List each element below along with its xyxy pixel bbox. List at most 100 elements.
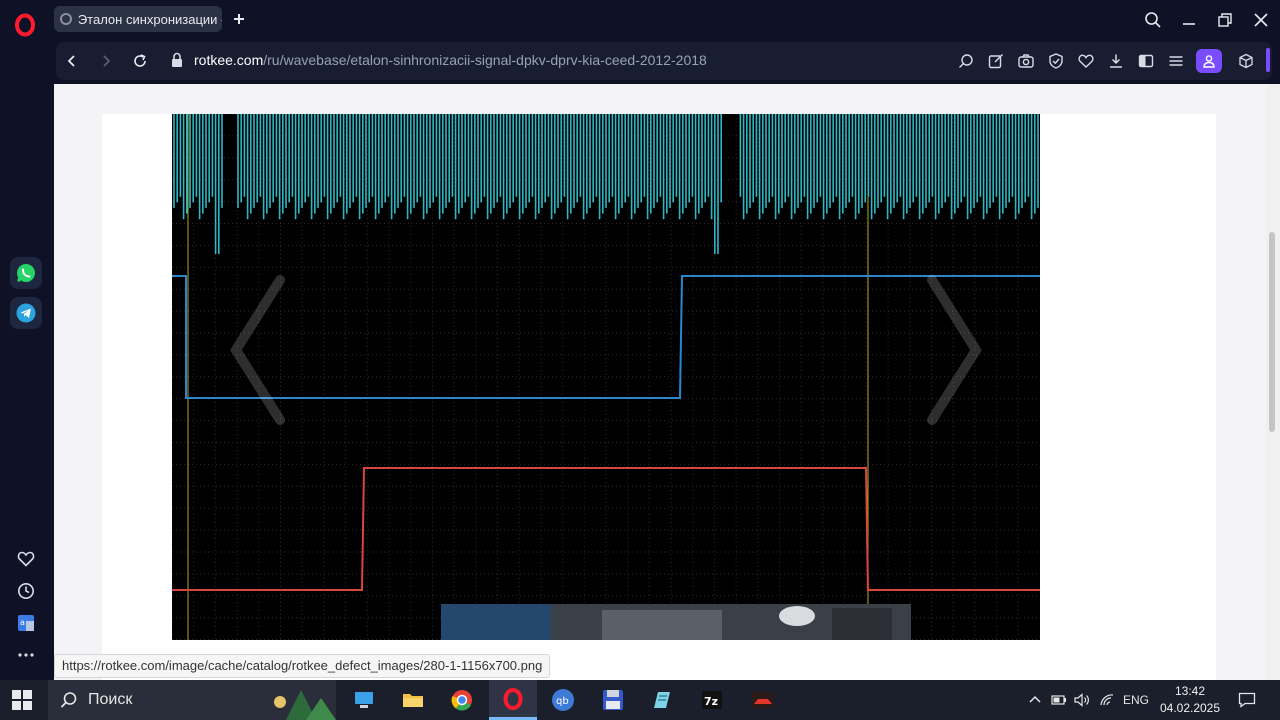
tab-search-button[interactable] [1141,8,1165,32]
windows-start-icon[interactable] [12,690,32,710]
search-highlight-image [274,690,336,720]
search-icon [60,692,77,708]
taskbar-file-explorer[interactable] [389,680,437,720]
sidebar-telegram-button[interactable] [10,297,42,329]
sidebar-whatsapp-button[interactable] [10,257,42,289]
search-icon [1145,12,1161,28]
telegram-icon [16,303,36,323]
url-field[interactable]: rotkee.com/ru/wavebase/etalon-sinhroniza… [194,52,707,68]
car-game-icon [752,692,774,708]
clock-icon [18,583,34,599]
tray-language[interactable]: ENG [1120,680,1152,720]
close-window-button[interactable] [1249,8,1273,32]
notification-center-button[interactable] [1234,680,1260,720]
camera-icon [1018,54,1034,68]
folder-icon [403,694,423,707]
arrow-left-icon [67,55,75,67]
opera-sidebar: a [0,0,52,680]
shield-check-icon [1049,53,1063,69]
engine-photo-thumbnail[interactable] [441,604,911,640]
sidebar-history-button[interactable] [14,579,38,603]
close-icon [1254,13,1268,27]
chevron-up-icon [1029,695,1041,703]
adblock-button[interactable] [1046,51,1066,71]
lock-icon[interactable] [170,52,184,68]
tab-bar: Эталон синхронизации - [52,0,1280,40]
tray-battery[interactable] [1048,680,1070,720]
reload-icon [134,54,146,67]
extensions-button[interactable] [1236,51,1256,71]
snapshot-button[interactable] [1016,51,1036,71]
plus-icon [234,14,244,24]
cube-icon [1239,53,1253,69]
clock-date: 04.02.2025 [1159,701,1221,715]
sidebar-edge-indicator [1266,48,1270,72]
new-tab-button[interactable] [229,9,249,29]
taskbar-search-placeholder: Поиск [88,691,133,708]
page-scrollbar-thumb[interactable] [1269,232,1275,432]
minimize-button[interactable] [1177,8,1201,32]
sidebar-more-button[interactable] [14,643,38,667]
back-button[interactable] [62,51,82,71]
edit-share-icon [988,54,1003,69]
downloads-button[interactable] [1106,51,1126,71]
whatsapp-icon [17,264,35,282]
taskbar-chrome[interactable] [438,680,486,720]
screen: a Эталон синхронизации - rotkee.com/ru/w… [0,0,1280,720]
settings-sliders-icon [1169,56,1183,66]
heart-icon [1078,54,1094,68]
sidebar-translate-button[interactable]: a [14,611,38,635]
taskbar-notes-app[interactable] [638,680,686,720]
taskbar-explorer-pc[interactable] [340,680,388,720]
svg-text:7z: 7z [704,695,718,708]
taskbar-qbittorrent[interactable]: qb [539,680,587,720]
restore-icon [1218,13,1232,27]
taskbar-search-box[interactable]: Поиск [48,680,336,720]
taskbar-save-app[interactable] [589,680,637,720]
taskbar-opera[interactable] [489,680,537,720]
floppy-disk-icon [603,690,623,710]
seven-zip-icon: 7z [702,691,722,709]
sidebar-toggle-button[interactable] [1136,51,1156,71]
clock-time: 13:42 [1174,684,1206,698]
tab-title: Эталон синхронизации - [77,11,222,27]
svg-text:a: a [20,618,25,627]
notepad-icon [654,692,670,708]
address-bar: rotkee.com/ru/wavebase/etalon-sinhroniza… [56,42,1272,80]
easy-setup-button[interactable] [1166,51,1186,71]
windows-taskbar: Поиск qb 7z ENG 13:42 04.02.2025 [0,680,1280,720]
speaker-icon [1074,693,1089,707]
tray-network[interactable] [1096,680,1118,720]
forward-button[interactable] [96,51,116,71]
qbittorrent-icon: qb [552,689,574,711]
opera-logo-icon[interactable] [13,13,37,37]
address-bar-row: rotkee.com/ru/wavebase/etalon-sinhroniza… [52,40,1280,82]
translate-icon: a [18,615,34,631]
svg-text:qb: qb [556,696,569,707]
taskbar-car-app[interactable] [739,680,787,720]
sidebar-panel-icon [1138,54,1154,68]
battery-icon [1051,695,1066,705]
share-button[interactable] [986,51,1006,71]
wifi-icon [1100,694,1114,706]
url-host: rotkee.com [194,52,264,68]
reload-button[interactable] [130,51,150,71]
notification-icon [1238,692,1256,708]
taskbar-7zip[interactable]: 7z [688,680,736,720]
sidebar-pinboard-button[interactable] [14,547,38,571]
browser-tab-active[interactable]: Эталон синхронизации - [54,6,222,32]
zoom-search-icon [959,54,973,68]
restore-button[interactable] [1213,8,1237,32]
download-icon [1110,54,1122,68]
taskbar-clock[interactable]: 13:42 04.02.2025 [1152,683,1228,717]
page-search-button[interactable] [956,51,976,71]
url-path: /ru/wavebase/etalon-sinhronizacii-signal… [263,52,707,68]
heart-icon [17,551,35,567]
tray-overflow-button[interactable] [1024,680,1046,720]
bookmark-button[interactable] [1076,51,1096,71]
profile-button[interactable] [1196,49,1222,73]
loading-favicon-icon [60,13,72,25]
tray-volume[interactable] [1071,680,1093,720]
computer-icon [355,692,373,708]
oscilloscope-image[interactable] [172,114,1040,640]
